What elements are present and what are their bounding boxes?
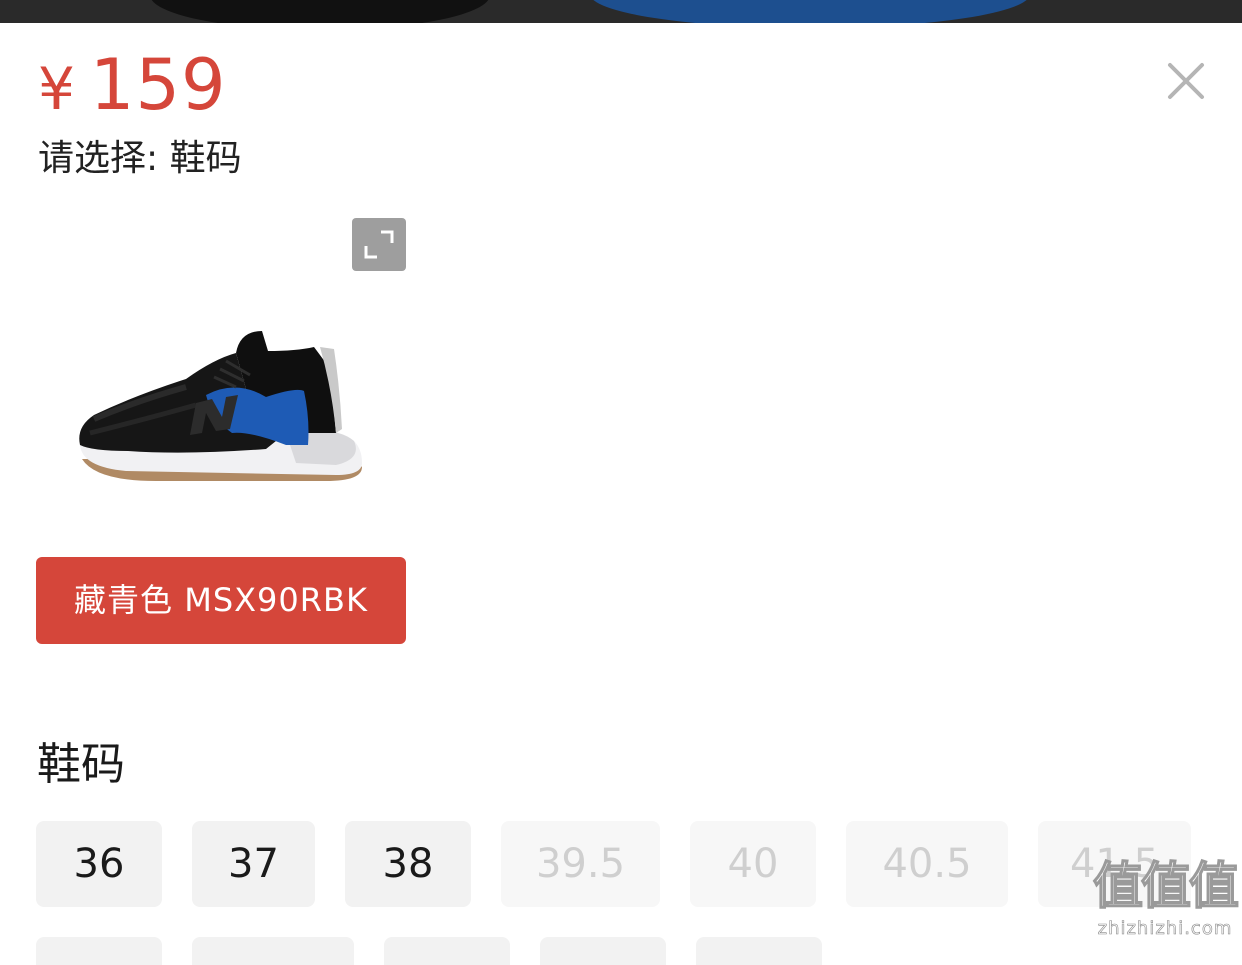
product-sku-sheet-page: ¥159 请选择: 鞋码 藏青色 MSX90RBK 鞋码 36 37 38 39… [0, 0, 1242, 965]
size-option-row2-5[interactable] [696, 937, 822, 965]
product-price: ¥159 [38, 47, 227, 127]
size-option-36[interactable]: 36 [36, 821, 162, 907]
size-option-row2-3[interactable] [384, 937, 510, 965]
currency-symbol: ¥ [38, 55, 76, 123]
size-section-title: 鞋码 [37, 739, 125, 790]
sku-selection-sheet: ¥159 请选择: 鞋码 藏青色 MSX90RBK 鞋码 36 37 38 39… [0, 23, 1242, 965]
size-option-39-5: 39.5 [501, 821, 660, 907]
price-value: 159 [89, 44, 227, 126]
size-option-37[interactable]: 37 [192, 821, 315, 907]
size-option-40: 40 [690, 821, 816, 907]
sneaker-image [79, 331, 362, 481]
background-page-backdrop [0, 0, 1242, 23]
expand-image-button[interactable] [352, 218, 406, 271]
size-option-38[interactable]: 38 [345, 821, 471, 907]
size-option-40-5: 40.5 [846, 821, 1008, 907]
expand-icon [364, 230, 394, 259]
product-thumbnail[interactable] [36, 219, 406, 541]
close-icon [1168, 63, 1204, 99]
size-option-41-5: 41.5 [1038, 821, 1191, 907]
selection-prompt: 请选择: 鞋码 [38, 138, 242, 179]
size-option-row2-2[interactable] [192, 937, 354, 965]
close-button[interactable] [1160, 55, 1212, 107]
size-option-row2-4[interactable] [540, 937, 666, 965]
variant-option-selected[interactable]: 藏青色 MSX90RBK [36, 557, 406, 644]
size-option-row2-1[interactable] [36, 937, 162, 965]
